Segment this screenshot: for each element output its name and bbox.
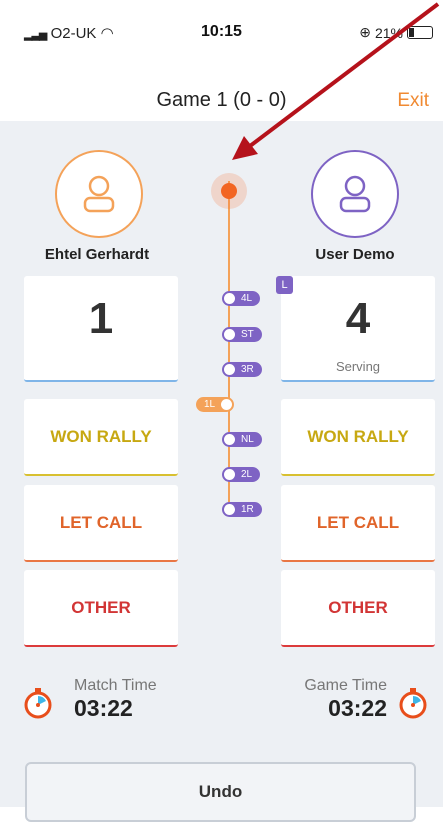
match-time: Match Time 03:22 bbox=[74, 677, 157, 722]
user-icon bbox=[339, 175, 371, 213]
player-right-status: Serving bbox=[335, 359, 381, 374]
player-right-avatar[interactable] bbox=[311, 150, 399, 238]
player-left-score-card[interactable]: 1 bbox=[24, 276, 178, 382]
right-let-call-button[interactable]: LET CALL bbox=[281, 485, 435, 562]
game-time-label: Game Time bbox=[304, 677, 387, 694]
timeline-marker: NL bbox=[222, 432, 262, 447]
battery-percent: 21% bbox=[374, 24, 403, 41]
right-other-button[interactable]: OTHER bbox=[281, 570, 435, 647]
timeline-marker: 1L bbox=[196, 397, 235, 412]
timeline-marker: 4L bbox=[222, 291, 261, 306]
game-time-value: 03:22 bbox=[328, 695, 387, 721]
left-won-rally-button[interactable]: WON RALLY bbox=[24, 399, 178, 476]
timeline-current-dot bbox=[221, 183, 237, 199]
left-let-call-button[interactable]: LET CALL bbox=[24, 485, 178, 562]
game-time: Game Time 03:22 bbox=[304, 677, 387, 722]
timeline-marker: 2L bbox=[222, 467, 261, 482]
orientation-lock-icon: ⊕ bbox=[359, 24, 371, 40]
timeline-marker: 1R bbox=[222, 502, 262, 517]
serve-side-badge: L bbox=[276, 276, 293, 294]
header: Game 1 (0 - 0) Exit bbox=[0, 76, 443, 121]
timeline-marker: ST bbox=[222, 327, 262, 342]
stopwatch-icon bbox=[399, 688, 427, 719]
battery-icon bbox=[407, 26, 433, 39]
scoreboard: Ehtel Gerhardt User Demo 1 4 Serving L W… bbox=[0, 121, 443, 822]
player-right-score-card[interactable]: 4 Serving bbox=[281, 276, 435, 382]
left-other-button[interactable]: OTHER bbox=[24, 570, 178, 647]
undo-button[interactable]: Undo bbox=[25, 762, 416, 822]
status-bar: ▂▃▅ O2-UK ◠ 10:15 ⊕ 21% bbox=[0, 0, 443, 76]
rally-timeline bbox=[228, 181, 230, 515]
timeline-marker: 3R bbox=[222, 362, 262, 377]
player-right-score: 4 bbox=[345, 294, 371, 343]
exit-button[interactable]: Exit bbox=[397, 90, 429, 112]
page-title: Game 1 (0 - 0) bbox=[156, 89, 287, 111]
right-won-rally-button[interactable]: WON RALLY bbox=[281, 399, 435, 476]
player-right-name: User Demo bbox=[315, 246, 395, 263]
user-icon bbox=[83, 175, 115, 213]
player-left-avatar[interactable] bbox=[55, 150, 143, 238]
match-time-value: 03:22 bbox=[74, 695, 133, 721]
player-left-score: 1 bbox=[88, 294, 114, 343]
player-left-name: Ehtel Gerhardt bbox=[44, 246, 150, 263]
match-time-label: Match Time bbox=[74, 677, 157, 694]
stopwatch-icon bbox=[24, 688, 52, 719]
battery-info: ⊕ 21% bbox=[359, 24, 433, 41]
